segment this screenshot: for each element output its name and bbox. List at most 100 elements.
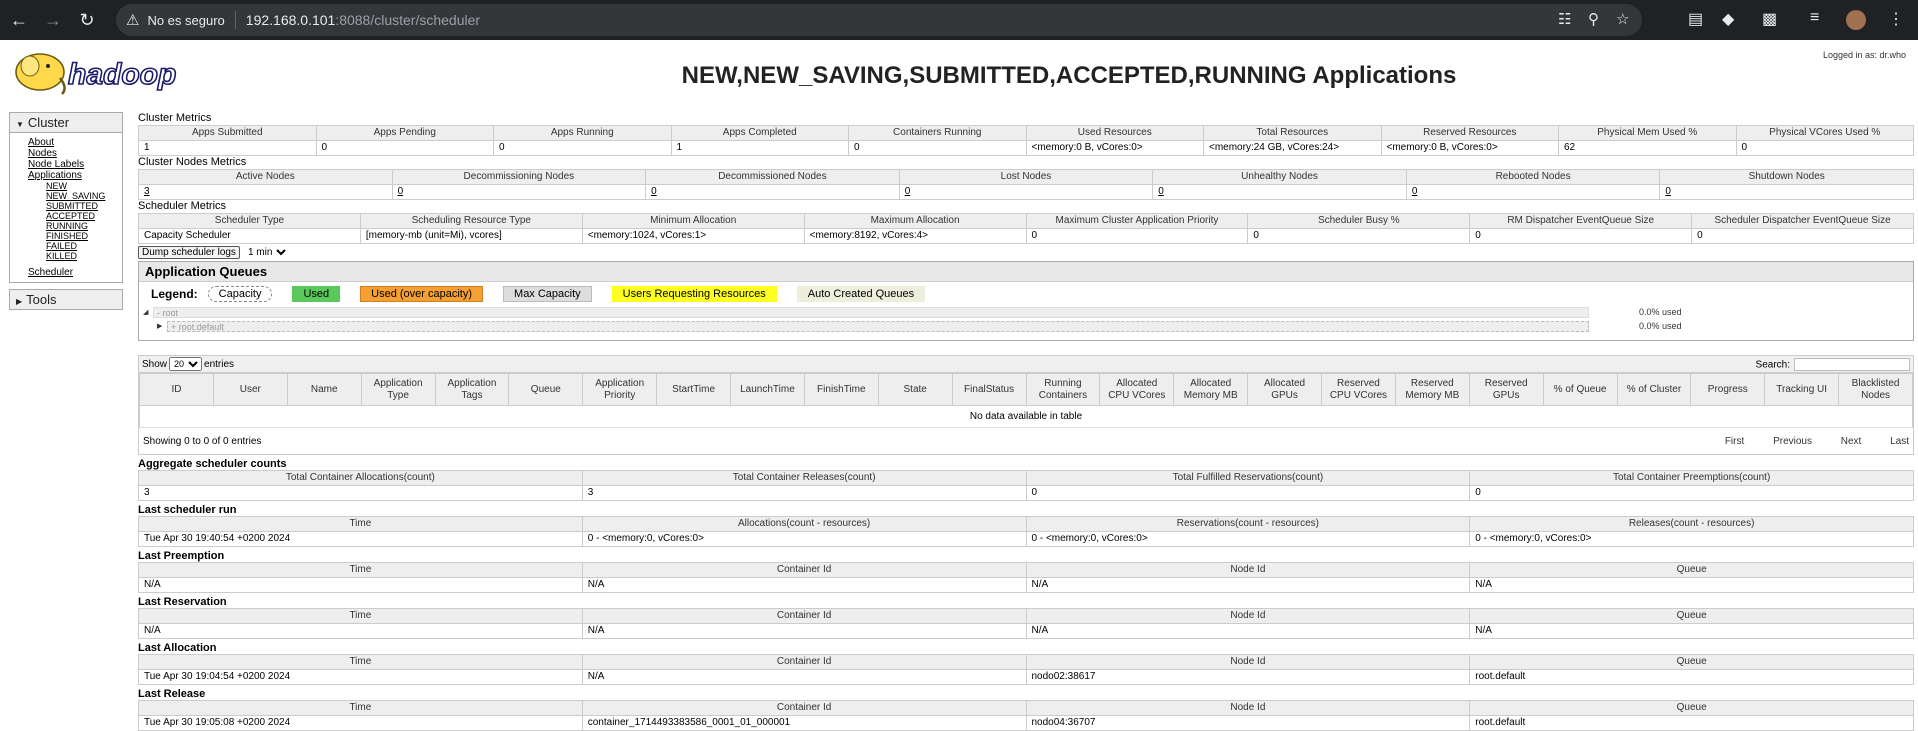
nav-app-accepted[interactable]: ACCEPTED — [46, 211, 122, 221]
pager-last[interactable]: Last — [1890, 436, 1909, 447]
reload-icon[interactable]: ↻ — [72, 5, 102, 35]
legend-users-requesting: Users Requesting Resources — [611, 286, 777, 302]
queue-row-default[interactable]: ▶ + root.default 0.0% used — [139, 320, 1913, 334]
back-icon[interactable]: ← — [4, 5, 34, 35]
nav-applications[interactable]: Applications — [28, 170, 122, 181]
sortable-column-header[interactable]: ID — [139, 373, 214, 406]
zoom-icon[interactable]: ⚲ — [1588, 10, 1599, 28]
sortable-column-header[interactable]: Progress — [1690, 373, 1766, 406]
extensions-puzzle-icon[interactable]: ▩ — [1762, 9, 1777, 29]
extension-icon[interactable]: ▤ — [1688, 9, 1703, 29]
url-host: 192.168.0.101 — [245, 12, 336, 28]
nav-app-new-saving[interactable]: NEW_SAVING — [46, 191, 122, 201]
sortable-column-header[interactable]: % of Cluster — [1616, 373, 1692, 406]
sortable-column-header[interactable]: Blacklisted Nodes — [1838, 373, 1913, 406]
column-header: Container Id — [581, 700, 1027, 716]
sortable-column-header[interactable]: User — [212, 373, 288, 406]
queue-bar-default[interactable]: + root.default — [167, 321, 1589, 332]
search-input[interactable] — [1794, 357, 1910, 371]
dump-duration-select[interactable]: 1 min — [243, 246, 289, 259]
table-cell: <memory:0 B, vCores:0> — [1380, 140, 1559, 156]
translate-icon[interactable]: ☷ — [1558, 10, 1571, 28]
table-cell: 3 — [138, 485, 583, 501]
nav-about[interactable]: About — [28, 137, 122, 148]
sortable-column-header[interactable]: Reserved CPU VCores — [1321, 373, 1396, 406]
table-cell[interactable]: 0 — [1152, 184, 1407, 200]
nav-app-finished[interactable]: FINISHED — [46, 231, 122, 241]
sortable-column-header[interactable]: % of Queue — [1542, 373, 1618, 406]
sortable-column-header[interactable]: FinishTime — [803, 373, 879, 406]
table-cell[interactable]: 0 — [1659, 184, 1914, 200]
table-cell: N/A — [138, 577, 583, 593]
reading-list-icon[interactable]: ≡ — [1810, 9, 1819, 27]
table-cell[interactable]: 0 — [898, 184, 1154, 200]
table-cell: 0 — [1025, 485, 1471, 501]
dump-scheduler-logs-button[interactable]: Dump scheduler logs — [138, 246, 240, 259]
last-release-table: Time Container Id Node Id Queue Tue Apr 30 1… — [138, 700, 1914, 731]
column-header: Scheduler Type — [138, 213, 361, 229]
sortable-column-header[interactable]: Application Tags — [434, 373, 510, 406]
sortable-column-header[interactable]: Application Priority — [582, 373, 658, 406]
sortable-column-header[interactable]: Tracking UI — [1764, 373, 1840, 406]
table-cell: 0 — [1247, 228, 1471, 244]
pager-previous[interactable]: Previous — [1773, 436, 1812, 447]
column-header: Scheduling Resource Type — [359, 213, 583, 229]
sortable-column-header[interactable]: Reserved GPUs — [1468, 373, 1544, 406]
sortable-column-header[interactable]: LaunchTime — [730, 373, 805, 406]
address-bar[interactable]: ⚠ No es seguro 192.168.0.101:8088/cluste… — [116, 4, 1642, 36]
legend-auto-created: Auto Created Queues — [796, 286, 926, 302]
queue-bar-root[interactable]: - root — [153, 307, 1589, 318]
table-cell[interactable]: 0 — [1405, 184, 1661, 200]
last-run-table: Time Allocations(count - resources) Reserv… — [138, 516, 1914, 547]
forward-icon[interactable]: → — [38, 5, 68, 35]
sortable-column-header[interactable]: Application Type — [360, 373, 436, 406]
bookmark-star-icon[interactable]: ☆ — [1616, 10, 1629, 28]
nav-scheduler[interactable]: Scheduler — [28, 267, 122, 278]
sortable-column-header[interactable]: Running Containers — [1025, 373, 1101, 406]
column-header: RM Dispatcher EventQueue Size — [1469, 213, 1693, 229]
table-cell[interactable]: 0 — [391, 184, 647, 200]
dump-logs-row: Dump scheduler logs 1 min — [138, 246, 1914, 259]
last-run-title: Last scheduler run — [138, 504, 237, 516]
column-header: Scheduler Busy % — [1247, 213, 1471, 229]
tools-header[interactable]: ▶ Tools — [10, 290, 122, 309]
table-cell[interactable]: 0 — [645, 184, 900, 200]
queue-row-root[interactable]: ◢ - root 0.0% used — [139, 306, 1913, 320]
entries-select[interactable]: 20 — [169, 357, 203, 371]
last-preemption-title: Last Preemption — [138, 550, 225, 562]
nav-nodes[interactable]: Nodes — [28, 148, 122, 159]
legend-used: Used — [292, 286, 341, 302]
column-header: Node Id — [1025, 608, 1471, 624]
nav-app-killed[interactable]: KILLED — [46, 251, 122, 261]
nav-app-running[interactable]: RUNNING — [46, 221, 122, 231]
expanded-triangle-icon[interactable]: ◢ — [143, 308, 148, 316]
sortable-column-header[interactable]: Allocated GPUs — [1247, 373, 1322, 406]
pager-next[interactable]: Next — [1841, 436, 1862, 447]
sortable-column-header[interactable]: State — [877, 373, 953, 406]
warning-icon[interactable]: ⚠ — [126, 11, 139, 29]
sortable-column-header[interactable]: Allocated Memory MB — [1173, 373, 1249, 406]
apps-table-footer: Showing 0 to 0 of 0 entries First Previo… — [139, 428, 1913, 454]
sortable-column-header[interactable]: Queue — [508, 373, 584, 406]
tools-label: Tools — [26, 292, 57, 307]
menu-kebab-icon[interactable]: ⋮ — [1888, 9, 1904, 29]
extension-color-icon[interactable]: ◆ — [1722, 9, 1734, 29]
pager-first[interactable]: First — [1725, 436, 1744, 447]
sortable-column-header[interactable]: StartTime — [656, 373, 731, 406]
security-label[interactable]: No es seguro — [147, 13, 224, 28]
nav-app-new[interactable]: NEW — [46, 181, 122, 191]
nav-node-labels[interactable]: Node Labels — [28, 159, 122, 170]
profile-avatar[interactable] — [1846, 10, 1866, 30]
cluster-header[interactable]: ▼ Cluster — [10, 113, 122, 133]
table-cell[interactable]: 3 — [138, 184, 393, 200]
collapsed-triangle-icon[interactable]: ▶ — [157, 322, 162, 330]
nav-app-submitted[interactable]: SUBMITTED — [46, 201, 122, 211]
sortable-column-header[interactable]: Reserved Memory MB — [1394, 373, 1470, 406]
sortable-column-header[interactable]: Name — [286, 373, 362, 406]
cluster-nodes-metrics-table: Active Nodes Decommissioning Nodes Decommi… — [138, 169, 1914, 200]
table-cell: N/A — [581, 669, 1027, 685]
sortable-column-header[interactable]: FinalStatus — [951, 373, 1027, 406]
sortable-column-header[interactable]: Allocated CPU VCores — [1099, 373, 1175, 406]
nav-app-failed[interactable]: FAILED — [46, 241, 122, 251]
column-header: Queue — [1469, 654, 1914, 670]
